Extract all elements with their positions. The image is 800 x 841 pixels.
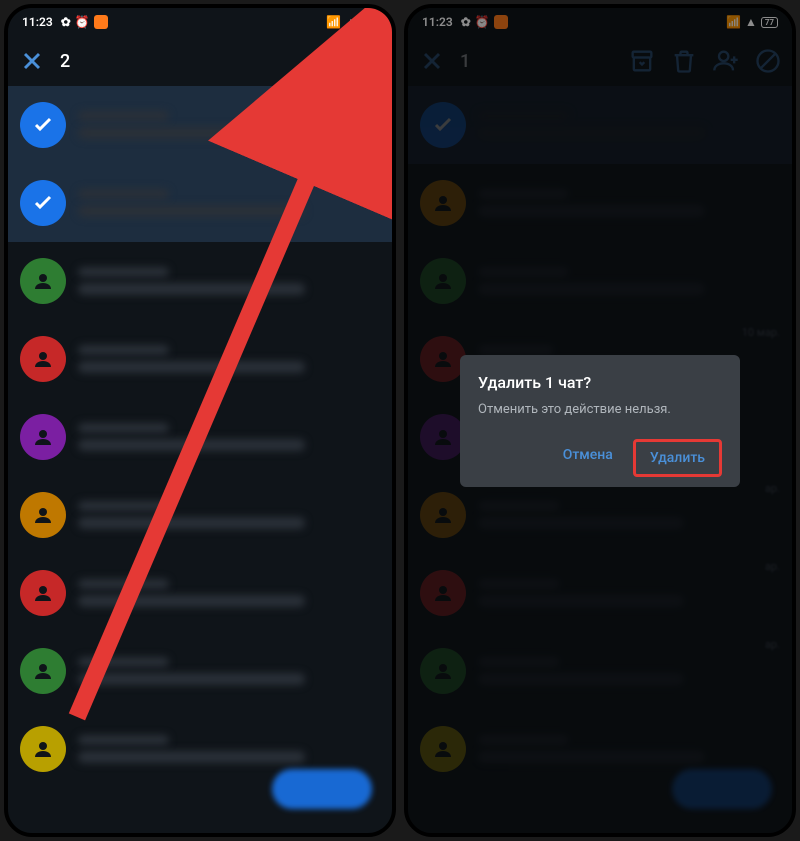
dialog-confirm-button[interactable]: Удалить: [633, 439, 722, 477]
chat-row[interactable]: [8, 164, 392, 242]
chat-preview: [78, 189, 380, 217]
chat-preview: [78, 501, 380, 529]
compose-fab[interactable]: [272, 769, 372, 809]
dialog-scrim[interactable]: Удалить 1 чат? Отменить это действие нел…: [408, 8, 792, 833]
avatar: [20, 648, 66, 694]
status-bar: 11:23 ✿ ⏰ 📶 ▲ 77: [8, 8, 392, 36]
status-time: 11:23: [22, 15, 53, 29]
chat-row[interactable]: [8, 320, 392, 398]
battery-icon: 77: [361, 17, 378, 28]
avatar: [20, 492, 66, 538]
avatar: [20, 726, 66, 772]
phone-left: 11:23 ✿ ⏰ 📶 ▲ 77 2: [4, 4, 396, 837]
chat-row[interactable]: [8, 554, 392, 632]
chat-preview: [78, 111, 380, 139]
dialog-actions: Отмена Удалить: [478, 439, 722, 477]
avatar: [20, 336, 66, 382]
selection-appbar: 2: [8, 36, 392, 86]
recording-icon: [94, 15, 108, 29]
chat-row[interactable]: [8, 242, 392, 320]
selected-check-icon: [20, 180, 66, 226]
delete-confirmation-dialog: Удалить 1 чат? Отменить это действие нел…: [460, 355, 740, 487]
signal-icon: 📶: [326, 15, 341, 29]
avatar: [20, 414, 66, 460]
chat-preview: [78, 345, 380, 373]
chat-list[interactable]: [8, 86, 392, 833]
phone-right: 11:23 ✿ ⏰ 📶 ▲ 77 1: [404, 4, 796, 837]
archive-button[interactable]: [312, 47, 340, 75]
chat-preview: [78, 579, 380, 607]
chat-preview: [78, 423, 380, 451]
chat-row[interactable]: [8, 632, 392, 710]
dialog-title: Удалить 1 чат?: [478, 373, 722, 392]
selected-check-icon: [20, 102, 66, 148]
dialog-message: Отменить это действие нельзя.: [478, 402, 722, 417]
delete-button[interactable]: [354, 47, 382, 75]
chat-row[interactable]: [8, 476, 392, 554]
alarm-icon: ⏰: [75, 15, 90, 29]
avatar: [20, 570, 66, 616]
chat-preview: [78, 657, 380, 685]
dialog-cancel-button[interactable]: Отмена: [549, 439, 627, 477]
wifi-icon: ▲: [345, 15, 357, 29]
status-icons-left: ✿ ⏰: [61, 15, 108, 29]
chat-row[interactable]: [8, 398, 392, 476]
chat-row[interactable]: [8, 86, 392, 164]
selection-count: 2: [60, 51, 70, 72]
chat-preview: [78, 267, 380, 295]
chat-preview: [78, 735, 380, 763]
dnd-icon: ✿: [61, 15, 71, 29]
close-selection-button[interactable]: [18, 47, 46, 75]
status-icons-right: 📶 ▲ 77: [326, 15, 378, 29]
avatar: [20, 258, 66, 304]
